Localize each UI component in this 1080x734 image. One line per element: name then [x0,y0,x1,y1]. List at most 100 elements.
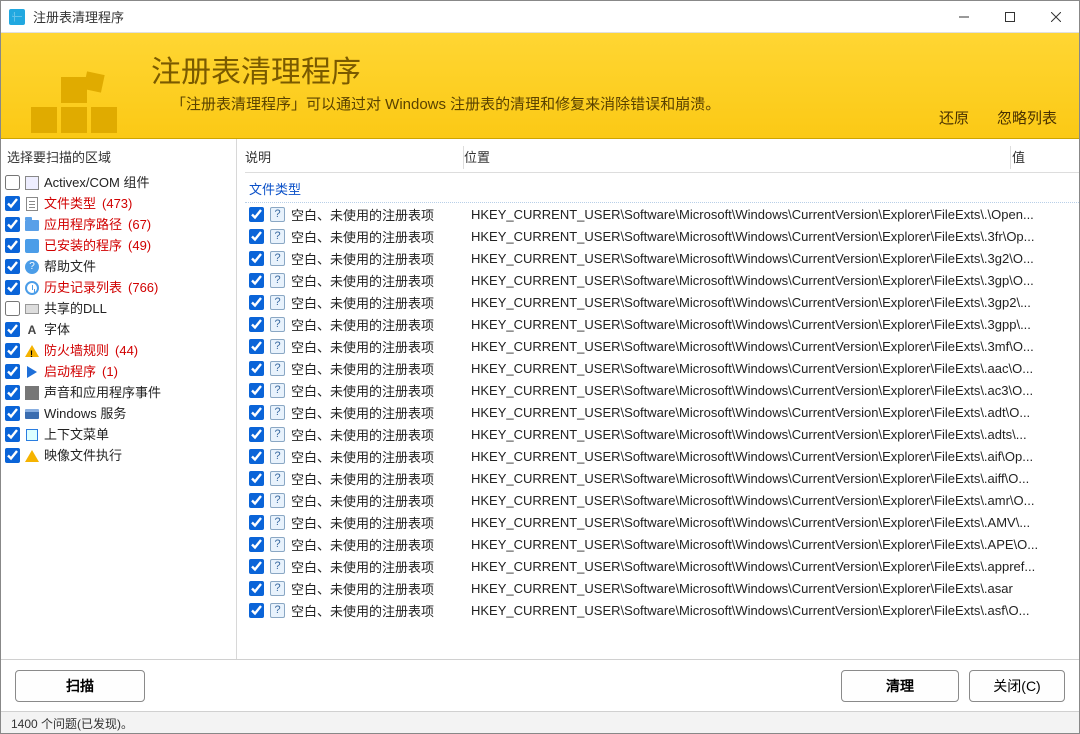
row-checkbox[interactable] [249,295,264,310]
col-val[interactable]: 值 [1011,143,1065,172]
row-location: HKEY_CURRENT_USER\Software\Microsoft\Win… [471,449,1079,464]
sidebar-item-4[interactable]: ?帮助文件 [5,256,230,277]
sidebar-checkbox-2[interactable] [5,217,20,232]
col-desc[interactable]: 说明 [245,143,463,172]
sidebar-item-9[interactable]: 启动程序 (1) [5,361,230,382]
result-row[interactable]: ?空白、未使用的注册表项HKEY_CURRENT_USER\Software\M… [245,423,1079,445]
sidebar-checkbox-3[interactable] [5,238,20,253]
sidebar-item-8[interactable]: 防火墙规则 (44) [5,340,230,361]
sidebar-checkbox-13[interactable] [5,448,20,463]
result-row[interactable]: ?空白、未使用的注册表项HKEY_CURRENT_USER\Software\M… [245,401,1079,423]
result-row[interactable]: ?空白、未使用的注册表项HKEY_CURRENT_USER\Software\M… [245,225,1079,247]
result-row[interactable]: ?空白、未使用的注册表项HKEY_CURRENT_USER\Software\M… [245,533,1079,555]
sidebar-count: (1) [102,363,118,381]
row-checkbox[interactable] [249,493,264,508]
row-checkbox[interactable] [249,207,264,222]
row-checkbox[interactable] [249,339,264,354]
sidebar-count: (67) [128,216,151,234]
scan-button[interactable]: 扫描 [15,670,145,702]
result-row[interactable]: ?空白、未使用的注册表项HKEY_CURRENT_USER\Software\M… [245,247,1079,269]
clean-button[interactable]: 清理 [841,670,959,702]
sidebar-checkbox-0[interactable] [5,175,20,190]
row-checkbox[interactable] [249,383,264,398]
result-row[interactable]: ?空白、未使用的注册表项HKEY_CURRENT_USER\Software\M… [245,577,1079,599]
group-title[interactable]: 文件类型 [245,173,1079,203]
result-row[interactable]: ?空白、未使用的注册表项HKEY_CURRENT_USER\Software\M… [245,489,1079,511]
result-row[interactable]: ?空白、未使用的注册表项HKEY_CURRENT_USER\Software\M… [245,291,1079,313]
row-checkbox[interactable] [249,559,264,574]
row-location: HKEY_CURRENT_USER\Software\Microsoft\Win… [471,229,1079,244]
close-button[interactable] [1033,1,1079,33]
row-desc: 空白、未使用的注册表项 [291,381,465,400]
result-row[interactable]: ?空白、未使用的注册表项HKEY_CURRENT_USER\Software\M… [245,269,1079,291]
row-checkbox[interactable] [249,361,264,376]
sidebar-checkbox-6[interactable] [5,301,20,316]
row-checkbox[interactable] [249,427,264,442]
help-icon: ? [24,259,40,275]
question-icon: ? [270,471,285,486]
sidebar-checkbox-4[interactable] [5,259,20,274]
minimize-button[interactable] [941,1,987,33]
result-row[interactable]: ?空白、未使用的注册表项HKEY_CURRENT_USER\Software\M… [245,467,1079,489]
question-icon: ? [270,273,285,288]
sidebar-checkbox-8[interactable] [5,343,20,358]
row-checkbox[interactable] [249,515,264,530]
sidebar-checkbox-7[interactable] [5,322,20,337]
row-location: HKEY_CURRENT_USER\Software\Microsoft\Win… [471,383,1079,398]
row-checkbox[interactable] [249,471,264,486]
sidebar-item-6[interactable]: 共享的DLL [5,298,230,319]
result-row[interactable]: ?空白、未使用的注册表项HKEY_CURRENT_USER\Software\M… [245,511,1079,533]
result-row[interactable]: ?空白、未使用的注册表项HKEY_CURRENT_USER\Software\M… [245,555,1079,577]
hist-icon [24,280,40,296]
result-row[interactable]: ?空白、未使用的注册表项HKEY_CURRENT_USER\Software\M… [245,357,1079,379]
close-footer-button[interactable]: 关闭(C) [969,670,1065,702]
sidebar-checkbox-12[interactable] [5,427,20,442]
question-icon: ? [270,295,285,310]
sidebar-item-10[interactable]: 声音和应用程序事件 [5,382,230,403]
row-location: HKEY_CURRENT_USER\Software\Microsoft\Win… [471,251,1079,266]
sidebar-item-2[interactable]: 应用程序路径 (67) [5,214,230,235]
row-checkbox[interactable] [249,449,264,464]
result-row[interactable]: ?空白、未使用的注册表项HKEY_CURRENT_USER\Software\M… [245,335,1079,357]
sidebar-checkbox-9[interactable] [5,364,20,379]
sidebar-item-3[interactable]: 已安装的程序 (49) [5,235,230,256]
sidebar-item-1[interactable]: 文件类型 (473) [5,193,230,214]
sidebar-item-13[interactable]: 映像文件执行 [5,445,230,466]
row-checkbox[interactable] [249,273,264,288]
horizontal-scrollbar[interactable] [245,643,1065,659]
result-row[interactable]: ?空白、未使用的注册表项HKEY_CURRENT_USER\Software\M… [245,599,1079,621]
sidebar-label: 启动程序 [44,363,96,381]
row-checkbox[interactable] [249,317,264,332]
row-checkbox[interactable] [249,581,264,596]
result-row[interactable]: ?空白、未使用的注册表项HKEY_CURRENT_USER\Software\M… [245,313,1079,335]
row-checkbox[interactable] [249,251,264,266]
row-checkbox[interactable] [249,537,264,552]
sidebar-checkbox-5[interactable] [5,280,20,295]
sidebar-item-5[interactable]: 历史记录列表 (766) [5,277,230,298]
row-checkbox[interactable] [249,603,264,618]
sidebar-item-11[interactable]: Windows 服务 [5,403,230,424]
result-row[interactable]: ?空白、未使用的注册表项HKEY_CURRENT_USER\Software\M… [245,203,1079,225]
sidebar-checkbox-10[interactable] [5,385,20,400]
row-checkbox[interactable] [249,405,264,420]
grid-body[interactable]: ? 空白、未使用的注册表项 HKEY_CURRENT_USER\Software\M… [245,203,1079,641]
sidebar-checkbox-1[interactable] [5,196,20,211]
row-location: HKEY_CURRENT_USER\Software\Microsoft\Win… [471,537,1079,552]
row-desc: 空白、未使用的注册表项 [291,271,465,290]
restore-link[interactable]: 还原 [939,107,969,128]
row-desc: 空白、未使用的注册表项 [291,315,465,334]
row-checkbox[interactable] [249,229,264,244]
col-loc[interactable]: 位置 [464,143,1010,172]
sidebar-item-0[interactable]: Activex/COM 组件 [5,172,230,193]
result-row[interactable]: ?空白、未使用的注册表项HKEY_CURRENT_USER\Software\M… [245,445,1079,467]
sidebar-item-7[interactable]: A字体 [5,319,230,340]
maximize-button[interactable] [987,1,1033,33]
result-row[interactable]: ?空白、未使用的注册表项HKEY_CURRENT_USER\Software\M… [245,379,1079,401]
sidebar-count: (473) [102,195,132,213]
sidebar-checkbox-11[interactable] [5,406,20,421]
sidebar-item-12[interactable]: 上下文菜单 [5,424,230,445]
ignore-list-link[interactable]: 忽略列表 [997,107,1057,128]
question-icon: ? [270,493,285,508]
install-icon [24,238,40,254]
row-desc: 空白、未使用的注册表项 [291,491,465,510]
